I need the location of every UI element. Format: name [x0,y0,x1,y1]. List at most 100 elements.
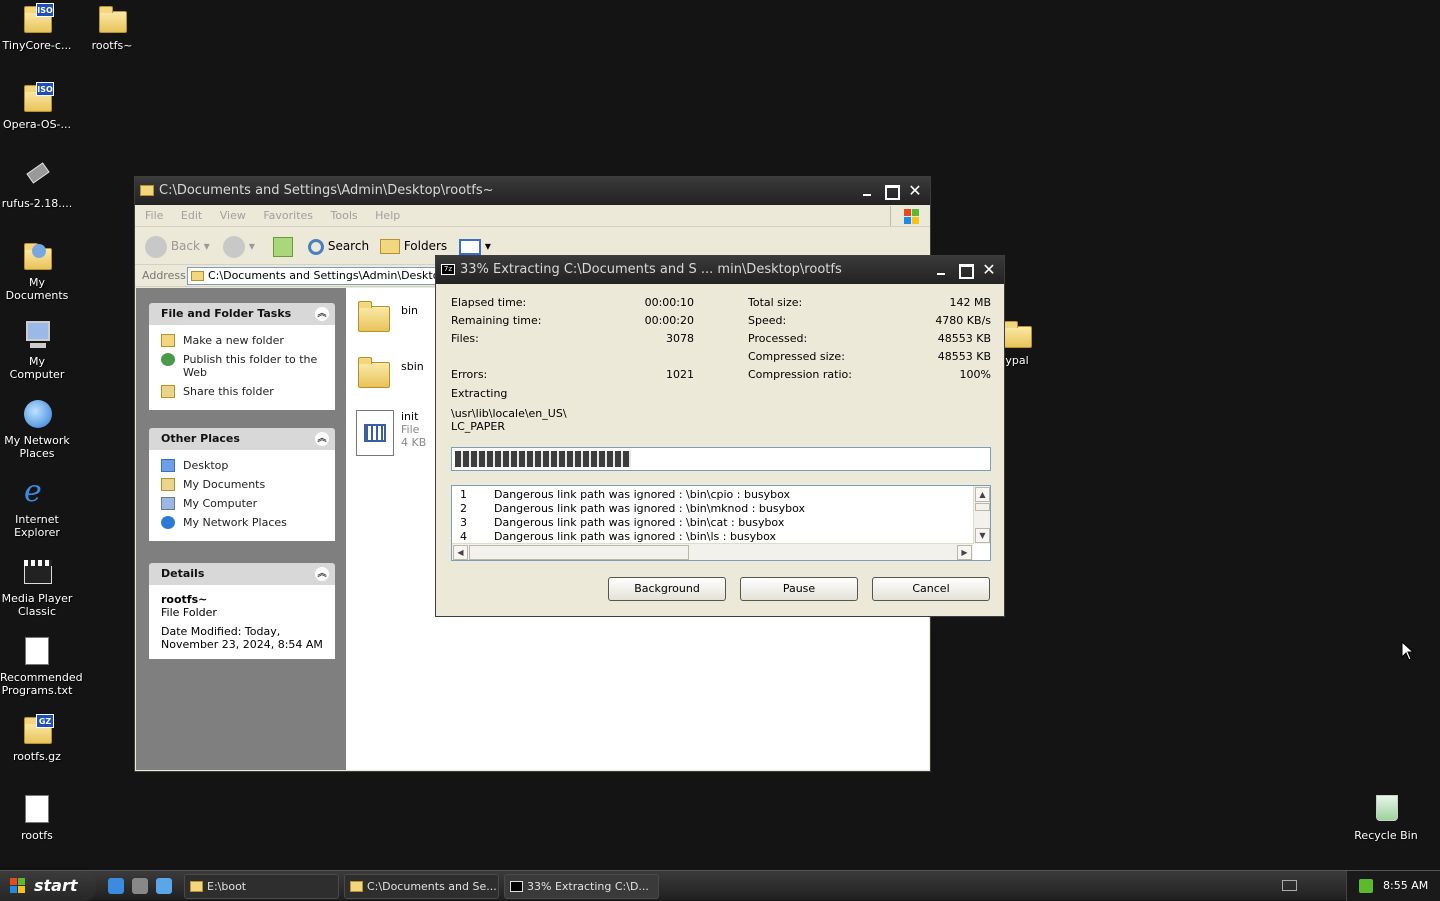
vertical-scroll-thumb[interactable] [975,503,990,511]
details-header[interactable]: Details ︽ [149,563,335,585]
collapse-chevron-icon[interactable]: ︽ [315,567,329,581]
remaining-time-label: Remaining time: [451,314,542,327]
file-folder-tasks-header[interactable]: File and Folder Tasks ︽ [149,303,335,325]
windows-logo-icon [890,206,926,226]
internet-explorer-icon: e [24,474,42,509]
system-tray: 8:55 AM [1346,871,1440,901]
error-log-list[interactable]: 1 Dangerous link path was ignored : \bin\… [451,485,991,561]
task-make-new-folder[interactable]: Make a new folder [161,334,327,347]
total-size-label: Total size: [748,296,803,309]
task-publish-to-web[interactable]: Publish this folder to the Web [161,353,327,379]
menu-file[interactable]: File [145,209,163,222]
keyboard-icon[interactable] [1282,880,1297,891]
desktop-icon [161,459,175,472]
place-my-computer[interactable]: My Computer [161,497,327,510]
vertical-scrollbar[interactable]: ▲ ▼ [973,486,990,544]
back-button[interactable]: Back ▾ [145,235,210,258]
file-type: File [401,423,420,436]
collapse-chevron-icon[interactable]: ︽ [315,432,329,446]
scroll-right-arrow-icon[interactable]: ▶ [957,545,972,560]
place-desktop[interactable]: Desktop [161,459,327,472]
desktop-icon-rootfs-gz[interactable]: GZ rootfs.gz [0,714,74,763]
place-my-network-places[interactable]: My Network Places [161,516,327,529]
desktop-icon-internet-explorer[interactable]: e Internet Explorer [0,474,74,540]
desktop-icon-my-computer[interactable]: My Computer [0,319,74,381]
minimize-button[interactable] [858,182,876,200]
start-button[interactable]: start [0,871,96,901]
desktop-icon-rootfs-tilde[interactable]: rootfs~ [75,3,149,52]
file-item-init[interactable]: init File 4 KB [346,406,436,456]
log-line: 4 Dangerous link path was ignored : \bin\… [460,530,777,543]
forward-button[interactable]: ▾ [223,235,255,258]
desktop-icon-network-places[interactable]: My Network Places [0,398,74,460]
recycle-bin-icon [1369,793,1403,825]
compression-ratio-value: 100% [959,368,991,381]
status-text: Extracting [451,387,508,400]
clock[interactable]: 8:55 AM [1383,879,1428,892]
close-button[interactable]: ✕ [906,182,924,200]
minimize-button[interactable] [932,261,950,279]
desktop-icon-media-player[interactable]: Media Player Classic [0,556,74,618]
menu-edit[interactable]: Edit [181,209,202,222]
desktop-icon-rootfs[interactable]: rootfs [0,793,74,842]
scroll-down-arrow-icon[interactable]: ▼ [975,528,990,543]
explorer-title-bar[interactable]: C:\Documents and Settings\Admin\Desktop\… [135,177,930,205]
close-button[interactable]: ✕ [980,261,998,279]
desktop-icon-rufus[interactable]: rufus-2.18.... [0,161,74,210]
file-item-sbin[interactable]: sbin [346,350,436,398]
usb-drive-icon [20,161,54,193]
cancel-button[interactable]: Cancel [872,577,990,601]
compressed-size-label: Compressed size: [748,350,845,363]
file-name: init [401,410,419,423]
menu-tools[interactable]: Tools [331,209,358,222]
background-button[interactable]: Background [608,577,726,601]
horizontal-scroll-thumb[interactable] [469,545,689,560]
taskbar: start E:\boot C:\Documents and Se... 33%… [0,870,1440,901]
file-icon [356,410,394,456]
desktop-icon-opera-os[interactable]: ISO Opera-OS-... [0,82,74,131]
menu-help[interactable]: Help [375,209,400,222]
desktop-icon-tinycore[interactable]: ISO TinyCore-c... [0,3,74,52]
desktop-icon-recommended-programs[interactable]: Recommended Programs.txt [0,635,83,697]
processed-value: 48553 KB [937,332,991,345]
speed-label: Speed: [748,314,787,327]
horizontal-scrollbar[interactable]: ◀ ▶ [452,543,973,560]
scroll-left-arrow-icon[interactable]: ◀ [453,545,468,560]
up-folder-button[interactable] [273,235,293,257]
my-documents-icon [161,478,175,491]
details-name: rootfs~ [161,593,208,606]
taskbar-item-boot[interactable]: E:\boot [184,874,339,899]
quicklaunch-internet-explorer-icon[interactable] [108,878,124,894]
menu-favorites[interactable]: Favorites [263,209,313,222]
folders-icon [380,239,400,254]
scroll-up-arrow-icon[interactable]: ▲ [975,487,990,502]
views-button[interactable]: ▾ [459,235,491,257]
folders-button[interactable]: Folders [380,235,447,257]
my-documents-icon [20,240,54,272]
quicklaunch-ie-icon[interactable] [156,878,172,894]
pause-button[interactable]: Pause [740,577,858,601]
task-share-folder[interactable]: Share this folder [161,385,327,398]
collapse-chevron-icon[interactable]: ︽ [315,307,329,321]
7zip-icon [510,881,523,892]
menu-view[interactable]: View [220,209,246,222]
file-folder-tasks-panel: File and Folder Tasks ︽ Make a new folde… [149,303,335,410]
other-places-header[interactable]: Other Places ︽ [149,428,335,450]
elapsed-time-value: 00:00:10 [644,296,694,309]
place-my-documents[interactable]: My Documents [161,478,327,491]
dialog-title-bar[interactable]: 7z 33% Extracting C:\Documents and S ...… [436,256,1004,284]
errors-label: Errors: [451,368,488,381]
desktop-icon-my-documents[interactable]: My Documents [0,240,74,302]
up-folder-icon [273,236,293,257]
extraction-dialog[interactable]: 7z 33% Extracting C:\Documents and S ...… [435,255,1005,617]
desktop-icon-recycle-bin[interactable]: Recycle Bin [1349,793,1423,842]
maximize-button[interactable] [956,261,974,279]
network-tray-icon[interactable] [1359,879,1373,893]
details-panel: Details ︽ rootfs~ File Folder Date Modif… [149,563,335,659]
taskbar-item-extracting[interactable]: 33% Extracting C:\D... [504,874,659,899]
file-item-bin[interactable]: bin [346,294,436,342]
quicklaunch-media-player-icon[interactable] [132,878,148,894]
search-button[interactable]: Search [308,235,369,257]
taskbar-item-explorer[interactable]: C:\Documents and Se... [344,874,499,899]
maximize-button[interactable] [882,182,900,200]
